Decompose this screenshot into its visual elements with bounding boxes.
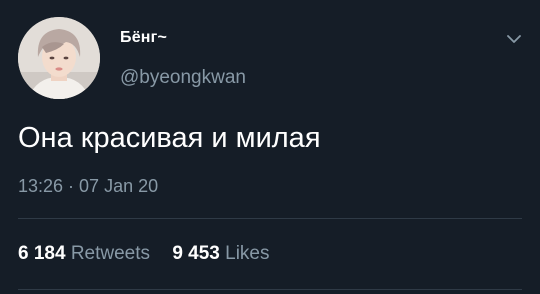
divider	[18, 218, 522, 219]
retweets-label: Retweets	[70, 243, 151, 264]
retweets-stat[interactable]: 6 184 Retweets	[18, 243, 155, 264]
avatar-photo	[18, 17, 100, 99]
likes-count: 9 453	[172, 243, 220, 264]
user-handle[interactable]: @byeongkwan	[120, 67, 246, 89]
divider	[18, 289, 522, 290]
tweet-text: Она красивая и милая	[18, 122, 321, 154]
avatar[interactable]	[18, 17, 100, 99]
tweet-timestamp[interactable]: 13:26 · 07 Jan 20	[18, 176, 158, 197]
engagement-stats: 6 184 Retweets 9 453 Likes	[18, 243, 270, 265]
chevron-down-icon[interactable]	[505, 30, 523, 48]
likes-stat[interactable]: 9 453 Likes	[172, 243, 269, 264]
retweets-count: 6 184	[18, 243, 66, 264]
display-name[interactable]: Бёнг~	[120, 29, 167, 47]
likes-label: Likes	[225, 243, 270, 264]
